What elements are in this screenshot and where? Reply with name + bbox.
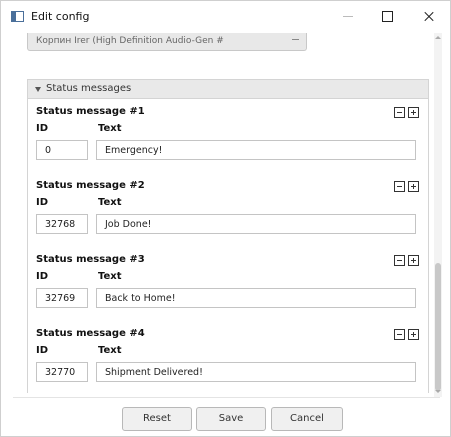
status-message-title: Status message #2: [36, 180, 145, 191]
message-text-input[interactable]: Job Done!: [96, 214, 416, 234]
remove-message-icon[interactable]: [394, 255, 405, 266]
remove-message-icon[interactable]: [394, 107, 405, 118]
add-message-icon[interactable]: [408, 107, 419, 118]
edit-config-window: Edit config Корпин Irer (High Definition…: [0, 0, 451, 437]
status-messages-header[interactable]: Status messages: [27, 79, 429, 99]
text-label: Text: [98, 197, 122, 208]
remove-message-icon[interactable]: [394, 329, 405, 340]
scrollbar-thumb[interactable]: [435, 263, 441, 391]
message-id-input[interactable]: 32769: [36, 288, 88, 308]
message-id-input[interactable]: 32768: [36, 214, 88, 234]
message-text-input[interactable]: Shipment Delivered!: [96, 362, 416, 382]
reset-button[interactable]: Reset: [122, 407, 192, 431]
status-message-title: Status message #3: [36, 254, 145, 265]
footer-divider: [13, 397, 440, 398]
chevron-down-icon: [292, 36, 300, 44]
remove-message-icon[interactable]: [394, 181, 405, 192]
audio-device-combo-value: Корпин Irer (High Definition Audio-Gen #: [36, 36, 224, 46]
cancel-button[interactable]: Cancel: [271, 407, 343, 431]
scroll-content: Корпин Irer (High Definition Audio-Gen #…: [13, 33, 431, 393]
scroll-down-icon[interactable]: [434, 389, 442, 395]
status-message-2: Status message #2 ID Text 32768 Job Done…: [36, 180, 421, 244]
status-messages-label: Status messages: [46, 83, 132, 94]
expand-triangle-icon: [35, 87, 41, 92]
text-label: Text: [98, 123, 122, 134]
add-message-icon[interactable]: [408, 181, 419, 192]
add-message-icon[interactable]: [408, 255, 419, 266]
status-messages-body: Status message #1 ID Text 0 Emergency! S…: [27, 99, 429, 393]
add-message-icon[interactable]: [408, 329, 419, 340]
id-label: ID: [36, 197, 49, 208]
status-message-title: Status message #4: [36, 328, 145, 339]
id-label: ID: [36, 271, 49, 282]
save-button[interactable]: Save: [196, 407, 266, 431]
message-id-input[interactable]: 0: [36, 140, 88, 160]
text-label: Text: [98, 345, 122, 356]
window-title: Edit config: [31, 10, 90, 23]
status-message-title: Status message #1: [36, 106, 145, 117]
message-text-input[interactable]: Emergency!: [96, 140, 416, 160]
status-message-4: Status message #4 ID Text 32770 Shipment…: [36, 328, 421, 392]
vertical-scrollbar[interactable]: [434, 33, 442, 397]
title-bar[interactable]: Edit config: [1, 1, 450, 33]
audio-device-combo[interactable]: Корпин Irer (High Definition Audio-Gen #: [27, 33, 307, 51]
text-label: Text: [98, 271, 122, 282]
id-label: ID: [36, 123, 49, 134]
message-id-input[interactable]: 32770: [36, 362, 88, 382]
scroll-up-icon[interactable]: [434, 35, 442, 41]
status-message-3: Status message #3 ID Text 32769 Back to …: [36, 254, 421, 318]
minimize-icon[interactable]: [334, 6, 362, 26]
maximize-icon[interactable]: [373, 6, 401, 26]
message-text-input[interactable]: Back to Home!: [96, 288, 416, 308]
id-label: ID: [36, 345, 49, 356]
status-message-1: Status message #1 ID Text 0 Emergency!: [36, 106, 421, 170]
app-window-icon: [11, 11, 24, 22]
close-icon[interactable]: [415, 6, 443, 26]
